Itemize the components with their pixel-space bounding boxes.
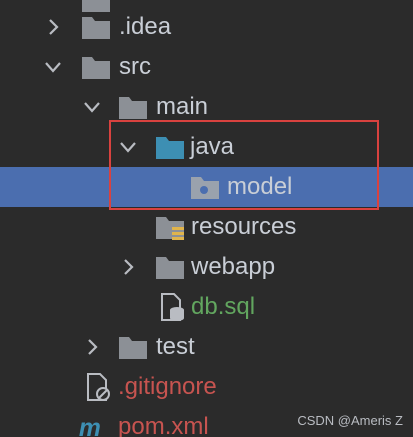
folder-icon [82, 57, 110, 79]
svg-text:m: m [79, 415, 101, 437]
tree-item-label: .idea [119, 13, 172, 40]
tree-item-label: src [119, 53, 151, 80]
project-tree: .idea src main java model resources weba… [0, 0, 413, 437]
watermark: CSDN @Ameris Z [297, 413, 403, 428]
tree-item-label: pom.xml [118, 413, 209, 437]
chevron-right-icon[interactable] [42, 16, 64, 38]
resources-folder-icon [156, 217, 184, 240]
tree-item-label: main [156, 93, 209, 120]
tree-item-webapp[interactable]: webapp [0, 247, 413, 287]
tree-item-src[interactable]: src [0, 47, 413, 87]
chevron-right-icon[interactable] [81, 336, 103, 358]
tree-item-label: db.sql [191, 293, 256, 320]
tree-item-resources[interactable]: resources [0, 207, 413, 247]
chevron-right-icon[interactable] [117, 256, 139, 278]
maven-icon: m [79, 415, 101, 437]
tree-item-label: resources [191, 213, 297, 240]
tree-item-label: .gitignore [118, 373, 217, 400]
folder-icon [156, 257, 184, 279]
chevron-down-icon[interactable] [81, 96, 103, 118]
tree-item-label: webapp [191, 253, 276, 280]
folder-icon [119, 337, 147, 359]
chevron-down-icon[interactable] [42, 56, 64, 78]
tree-item-test[interactable]: test [0, 327, 413, 367]
tree-item-label: test [156, 333, 195, 360]
tree-item-db-sql[interactable]: db.sql [0, 287, 413, 327]
annotation-highlight-box [109, 120, 379, 210]
folder-icon [119, 97, 147, 119]
ignored-file-icon [87, 373, 110, 401]
tree-item-idea[interactable]: .idea [0, 7, 413, 47]
folder-icon [82, 17, 110, 39]
tree-item-gitignore[interactable]: .gitignore [0, 367, 413, 407]
sql-file-icon [161, 293, 184, 321]
